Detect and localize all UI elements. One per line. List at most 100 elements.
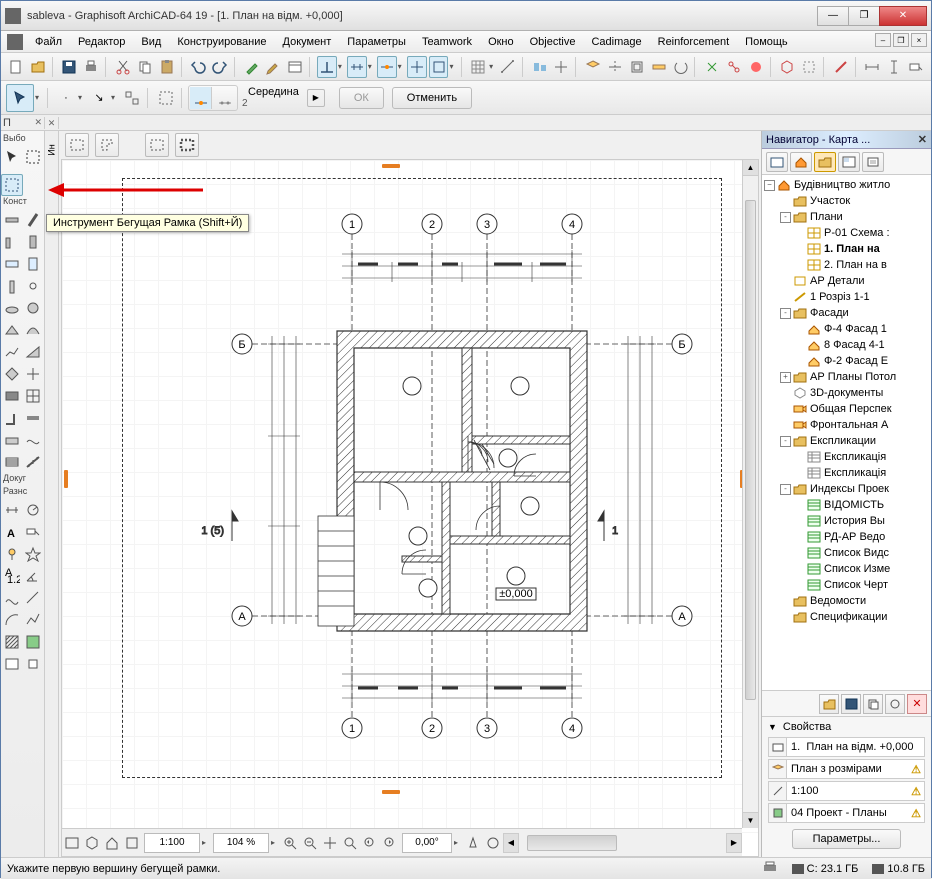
dropdown-icon[interactable]: ▸	[202, 838, 211, 847]
layer-icon[interactable]	[583, 56, 603, 78]
snap-mid-icon[interactable]	[377, 56, 397, 78]
vertical-tabstrip[interactable]: Ин	[45, 131, 59, 857]
3d-icon[interactable]	[82, 833, 102, 853]
lamp-tool[interactable]	[23, 275, 45, 297]
vertical-scrollbar[interactable]: ▲ ▼	[742, 160, 758, 828]
object-tool[interactable]	[1, 275, 23, 297]
drawing-tool[interactable]	[1, 653, 23, 675]
redo-icon[interactable]	[210, 56, 230, 78]
orient2-icon[interactable]	[483, 833, 503, 853]
zoom-extents-icon[interactable]	[340, 833, 360, 853]
stair-tool[interactable]	[1, 297, 23, 319]
tree-item[interactable]: -Фасади	[762, 305, 931, 321]
move-icon[interactable]	[552, 56, 572, 78]
offset-icon[interactable]	[627, 56, 647, 78]
nav-new-folder-icon[interactable]	[819, 694, 839, 714]
edit-icon[interactable]	[264, 56, 284, 78]
tree-item[interactable]: 1. План на	[762, 241, 931, 257]
arc-tool[interactable]	[1, 609, 23, 631]
scale-field[interactable]: 1:100	[144, 833, 200, 853]
home-icon[interactable]	[102, 833, 122, 853]
menu-reinforcement[interactable]: Reinforcement	[650, 33, 738, 51]
scroll-left-icon[interactable]: ◀	[503, 833, 519, 853]
expand-icon[interactable]: -	[780, 212, 791, 223]
hatch-tool[interactable]	[1, 631, 23, 653]
tree-item[interactable]: Ф-2 Фасад Е	[762, 353, 931, 369]
expand-icon[interactable]: +	[780, 372, 791, 383]
angle-field[interactable]: 0,00°	[402, 833, 452, 853]
properties-header[interactable]: ▼Свойства	[768, 721, 925, 733]
fill-tool[interactable]	[1, 429, 23, 451]
menu-options[interactable]: Параметры	[339, 33, 414, 51]
detail-tool[interactable]	[23, 653, 45, 675]
marquee-tool[interactable]	[23, 146, 45, 168]
dropdown-icon[interactable]: ▾	[111, 93, 120, 102]
expand-icon[interactable]: -	[780, 436, 791, 447]
tree-item[interactable]: Список Видс	[762, 545, 931, 561]
cut-icon[interactable]	[113, 56, 133, 78]
snap-half-icon[interactable]	[214, 87, 236, 109]
nav-clone-icon[interactable]	[863, 694, 883, 714]
tree-item[interactable]: 1 Розріз 1-1	[762, 289, 931, 305]
color-icon[interactable]	[746, 56, 766, 78]
tree-item[interactable]: Експликація	[762, 449, 931, 465]
spline-tool[interactable]	[1, 587, 23, 609]
polyfill-tool[interactable]	[1, 451, 23, 473]
canvas[interactable]: 1 2 3 4 1 2 3 4 Б А Б А	[61, 159, 759, 857]
mdi-minimize[interactable]: –	[875, 33, 891, 47]
maximize-button[interactable]: ❐	[848, 6, 880, 26]
navigator-close-icon[interactable]: ✕	[918, 133, 927, 146]
window-tool[interactable]	[1, 253, 23, 275]
marquee-rect-icon[interactable]	[65, 133, 89, 157]
radial-dim-tool[interactable]	[23, 499, 45, 521]
print-icon[interactable]	[81, 56, 101, 78]
next-view-icon[interactable]	[380, 833, 400, 853]
figure-tool[interactable]	[23, 631, 45, 653]
dropdown-icon[interactable]: ▾	[78, 93, 87, 102]
open-icon[interactable]	[28, 56, 48, 78]
view3d-icon[interactable]	[777, 56, 797, 78]
tree-item[interactable]: Р-01 Схема :	[762, 225, 931, 241]
scroll-thumb[interactable]	[745, 200, 756, 700]
solid-tool[interactable]	[1, 385, 23, 407]
xref-icon[interactable]	[702, 56, 722, 78]
dropdown-icon[interactable]: ▾	[398, 62, 406, 71]
prop-row-scale[interactable]: 1:100⚠	[768, 781, 925, 801]
marquee-poly-icon[interactable]	[95, 133, 119, 157]
text-tool[interactable]: A	[1, 521, 23, 543]
trace-icon[interactable]	[799, 56, 819, 78]
dropdown-icon[interactable]: ▾	[35, 93, 44, 102]
running-marquee-tool[interactable]	[1, 174, 23, 196]
label-tool[interactable]	[23, 521, 45, 543]
grid-tool[interactable]	[23, 363, 45, 385]
point-mode-icon[interactable]: ·	[55, 87, 77, 109]
undo-icon[interactable]	[188, 56, 208, 78]
mesh-tool[interactable]	[1, 341, 23, 363]
orient-icon[interactable]	[463, 833, 483, 853]
rail-tool[interactable]	[23, 451, 45, 473]
scroll-down-icon[interactable]: ▼	[743, 812, 758, 828]
nav-settings-icon[interactable]	[885, 694, 905, 714]
horizontal-scrollbar[interactable]	[519, 835, 726, 851]
marquee-thick-icon[interactable]	[175, 133, 199, 157]
zoom-in-icon[interactable]	[280, 833, 300, 853]
new-doc-icon[interactable]	[6, 56, 26, 78]
ok-button[interactable]: ОК	[339, 87, 384, 109]
menu-document[interactable]: Документ	[275, 33, 340, 51]
prop-row-penset[interactable]: 04 Проект - Планы⚠	[768, 803, 925, 823]
dropdown-icon[interactable]: ▾	[368, 62, 376, 71]
tree-item[interactable]: -Индексы Проек	[762, 481, 931, 497]
dim-tool[interactable]	[1, 499, 23, 521]
prop-row-layer[interactable]: План з розмірами⚠	[768, 759, 925, 779]
nav-viewmap-icon[interactable]	[814, 152, 836, 172]
measure-icon[interactable]	[498, 56, 518, 78]
curtain-tool[interactable]	[23, 341, 45, 363]
level-tool[interactable]: A1.2	[1, 565, 23, 587]
nav-save-view-icon[interactable]	[841, 694, 861, 714]
wall-tool[interactable]	[1, 209, 23, 231]
tree-item[interactable]: Общая Перспек	[762, 401, 931, 417]
save-icon[interactable]	[59, 56, 79, 78]
seg-line-tool[interactable]	[23, 587, 45, 609]
wall-end-tool[interactable]	[23, 407, 45, 429]
slab-tool[interactable]	[23, 231, 45, 253]
